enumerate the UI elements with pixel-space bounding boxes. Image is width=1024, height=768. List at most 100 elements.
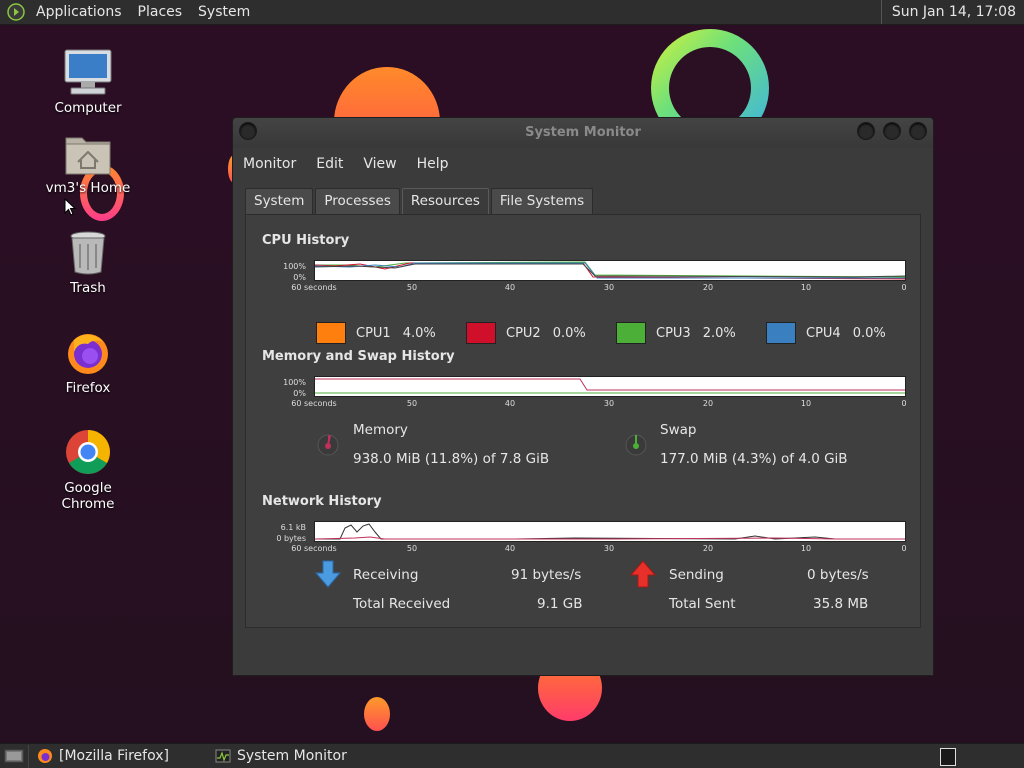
cpu-x-axis: 60 seconds 50 40 30 20 10 0 <box>291 283 908 295</box>
desktop-icon-home[interactable]: vm3's Home <box>38 124 138 196</box>
window-titlebar[interactable]: System Monitor <box>233 118 933 148</box>
x-tick: 40 <box>504 283 516 292</box>
swap-usage-value: 177.0 MiB (4.3%) of 4.0 GiB <box>660 451 848 467</box>
x-tick: 30 <box>603 544 615 553</box>
top-menu-system[interactable]: System <box>190 4 258 20</box>
cpu1-value: 4.0% <box>402 325 436 341</box>
cpu4-color-swatch[interactable] <box>766 322 796 344</box>
menu-monitor[interactable]: Monitor <box>237 156 302 172</box>
cpu-y-bottom: 0% <box>293 273 306 282</box>
cpu3-label: CPU3 <box>656 325 691 341</box>
taskbar-item-firefox[interactable]: [Mozilla Firefox] <box>28 744 177 768</box>
memory-history-title: Memory and Swap History <box>262 349 455 364</box>
memory-label: Memory <box>353 422 408 438</box>
window-menubar: Monitor Edit View Help <box>233 148 933 180</box>
desktop-icon-computer[interactable]: Computer <box>38 44 138 116</box>
system-monitor-icon <box>215 748 231 764</box>
x-tick: 20 <box>702 544 714 553</box>
main-menu-logo-icon[interactable] <box>4 0 28 24</box>
cpu-y-top: 100% <box>283 262 306 271</box>
taskbar-item-system-monitor[interactable]: System Monitor <box>207 745 355 768</box>
receiving-label: Receiving <box>353 567 419 583</box>
x-tick: 10 <box>800 399 812 408</box>
x-tick: 10 <box>800 544 812 553</box>
computer-icon <box>38 44 138 96</box>
tab-system[interactable]: System <box>245 188 314 214</box>
swap-label: Swap <box>660 422 697 438</box>
memory-history-graph <box>314 376 906 397</box>
receiving-rate: 91 bytes/s <box>511 567 582 583</box>
desktop-icon-label: Google Chrome <box>61 480 115 512</box>
window-title: System Monitor <box>525 125 641 140</box>
close-button[interactable] <box>909 122 927 140</box>
x-tick: 60 seconds <box>291 399 337 408</box>
system-monitor-window: System Monitor Monitor Edit View Help Sy… <box>232 117 934 676</box>
cpu-history-title: CPU History <box>262 233 350 248</box>
tab-file-systems[interactable]: File Systems <box>490 188 594 214</box>
cpu-graph-lines <box>314 261 906 280</box>
tab-resources[interactable]: Resources <box>401 188 489 214</box>
network-history-title: Network History <box>262 494 382 509</box>
minimize-button[interactable] <box>857 122 875 140</box>
top-panel: Applications Places System Sun Jan 14, 1… <box>0 0 1024 25</box>
x-tick: 0 <box>901 283 907 292</box>
taskbar-item-label: System Monitor <box>236 748 347 764</box>
desktop-icon-label: Trash <box>70 280 106 296</box>
menu-help[interactable]: Help <box>411 156 455 172</box>
cpu4-value: 0.0% <box>852 325 886 341</box>
receiving-arrow-icon[interactable] <box>314 560 342 592</box>
cpu3-legend[interactable]: CPU3 2.0% <box>616 322 736 344</box>
sending-arrow-icon[interactable] <box>629 560 657 592</box>
tab-processes[interactable]: Processes <box>315 188 400 214</box>
x-tick: 20 <box>702 399 714 408</box>
decor-blob <box>364 697 390 731</box>
x-tick: 10 <box>800 283 812 292</box>
cpu-history-graph <box>314 260 906 281</box>
total-sent-value: 35.8 MB <box>813 596 869 612</box>
cpu2-legend[interactable]: CPU2 0.0% <box>466 322 586 344</box>
desktop-icon-label: Firefox <box>65 380 111 396</box>
x-tick: 50 <box>406 544 418 553</box>
swap-pie-icon[interactable] <box>624 433 648 461</box>
network-y-top: 6.1 kB <box>280 523 306 532</box>
cpu2-value: 0.0% <box>552 325 586 341</box>
memory-pie-icon[interactable] <box>316 433 340 461</box>
desktop-icon-label: Computer <box>54 100 122 116</box>
memory-graph-lines <box>315 378 905 394</box>
x-tick: 60 seconds <box>291 544 337 553</box>
show-desktop-button[interactable] <box>0 745 28 768</box>
cpu2-color-swatch[interactable] <box>466 322 496 344</box>
clock[interactable]: Sun Jan 14, 17:08 <box>880 0 1020 24</box>
desktop-icon-firefox[interactable]: Firefox <box>38 324 138 396</box>
network-history-graph <box>314 521 906 542</box>
network-graph-lines <box>314 523 905 540</box>
firefox-icon <box>37 748 53 764</box>
maximize-button[interactable] <box>883 122 901 140</box>
top-menu-applications[interactable]: Applications <box>28 4 130 20</box>
workspace-switcher[interactable] <box>940 748 956 766</box>
cpu4-label: CPU4 <box>806 325 841 341</box>
menu-edit[interactable]: Edit <box>310 156 349 172</box>
trash-icon <box>38 224 138 276</box>
network-x-axis: 60 seconds 50 40 30 20 10 0 <box>291 544 908 556</box>
x-tick: 30 <box>603 399 615 408</box>
desktop-icon-label: vm3's Home <box>45 180 131 196</box>
top-menu-places[interactable]: Places <box>130 4 191 20</box>
cpu4-legend[interactable]: CPU4 0.0% <box>766 322 886 344</box>
show-desktop-icon <box>4 749 24 763</box>
desktop-icon-chrome[interactable]: Google Chrome <box>38 424 138 512</box>
memory-usage-value: 938.0 MiB (11.8%) of 7.8 GiB <box>353 451 550 467</box>
desktop-icon-trash[interactable]: Trash <box>38 224 138 296</box>
network-y-bottom: 0 bytes <box>276 534 306 543</box>
cpu3-color-swatch[interactable] <box>616 322 646 344</box>
bottom-panel: [Mozilla Firefox] System Monitor <box>0 743 1024 768</box>
cpu1-color-swatch[interactable] <box>316 322 346 344</box>
memory-y-top: 100% <box>283 378 306 387</box>
x-tick: 50 <box>406 399 418 408</box>
taskbar-item-label: [Mozilla Firefox] <box>59 748 169 764</box>
x-tick: 60 seconds <box>291 283 337 292</box>
resources-panel: CPU History 100% 0% 60 seconds 50 40 30 … <box>245 214 921 628</box>
x-tick: 30 <box>603 283 615 292</box>
menu-view[interactable]: View <box>357 156 402 172</box>
cpu1-legend[interactable]: CPU1 4.0% <box>316 322 436 344</box>
